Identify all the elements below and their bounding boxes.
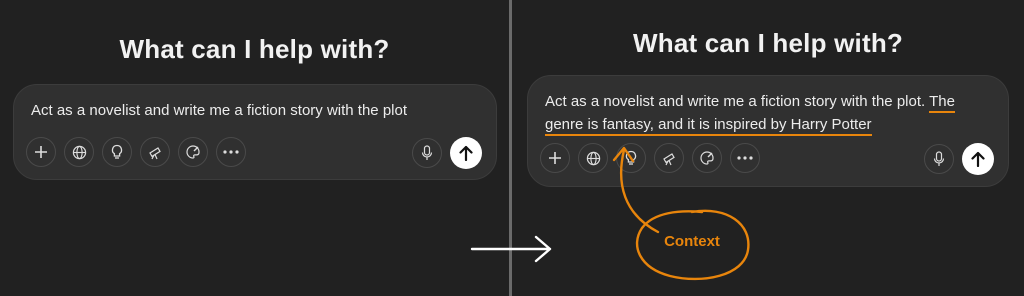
telescope-icon[interactable] bbox=[140, 137, 170, 167]
more-icon[interactable] bbox=[216, 137, 246, 167]
before-panel: What can I help with? Act as a novelist … bbox=[0, 0, 509, 296]
paint-palette-icon[interactable] bbox=[178, 137, 208, 167]
context-label: Context bbox=[664, 233, 720, 250]
context-annotation bbox=[612, 146, 750, 281]
send-arrow-up-icon[interactable] bbox=[450, 137, 482, 169]
lightbulb-icon[interactable] bbox=[102, 137, 132, 167]
microphone-icon[interactable] bbox=[412, 138, 442, 168]
plus-icon[interactable] bbox=[26, 137, 56, 167]
composer-toolbar bbox=[26, 137, 246, 167]
composer-actions bbox=[412, 137, 482, 169]
prompt-input[interactable]: Act as a novelist and write me a fiction… bbox=[31, 99, 480, 122]
prompt-composer[interactable]: Act as a novelist and write me a fiction… bbox=[13, 84, 497, 180]
page-heading: What can I help with? bbox=[119, 34, 390, 64]
globe-icon[interactable] bbox=[64, 137, 94, 167]
